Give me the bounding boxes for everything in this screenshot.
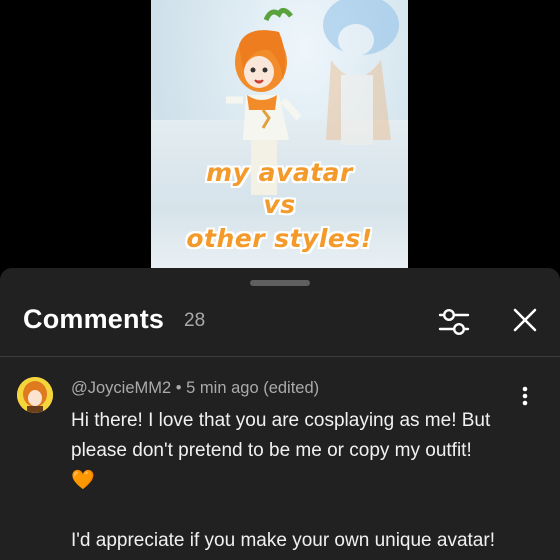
filter-button[interactable]	[432, 302, 476, 342]
comments-count: 28	[184, 310, 206, 331]
comment-line-1: Hi there! I love that you are cosplaying…	[71, 410, 491, 461]
divider	[0, 356, 560, 357]
comments-title: Comments	[23, 304, 165, 334]
comment-line-2: I'd appreciate if you make your own uniq…	[71, 530, 495, 551]
comments-panel: Comments 28 @JoycieMM2 • 5 min ago (edit…	[0, 268, 560, 560]
sliders-icon	[438, 308, 470, 336]
comment-author[interactable]: @JoycieMM2	[71, 379, 171, 397]
comment-text: Hi there! I love that you are cosplaying…	[71, 406, 541, 556]
drag-handle[interactable]	[250, 280, 310, 286]
comment-meta: @JoycieMM2 • 5 min ago (edited)	[71, 379, 319, 398]
video-frame[interactable]: my avatar vs other styles!	[151, 0, 408, 268]
video-area[interactable]: my avatar vs other styles!	[0, 0, 560, 268]
user-avatar[interactable]	[17, 377, 53, 413]
comment-time: 5 min ago (edited)	[186, 379, 320, 397]
meta-separator: •	[175, 379, 182, 397]
overlay-line-3: other styles!	[186, 224, 373, 253]
close-button[interactable]	[507, 302, 543, 338]
close-icon	[513, 308, 537, 332]
more-options-button[interactable]	[516, 384, 534, 408]
overlay-line-1: my avatar	[206, 158, 353, 187]
heart-emoji: 🧡	[71, 470, 95, 491]
overlay-line-2: vs	[263, 190, 296, 219]
more-vert-icon	[522, 386, 528, 406]
